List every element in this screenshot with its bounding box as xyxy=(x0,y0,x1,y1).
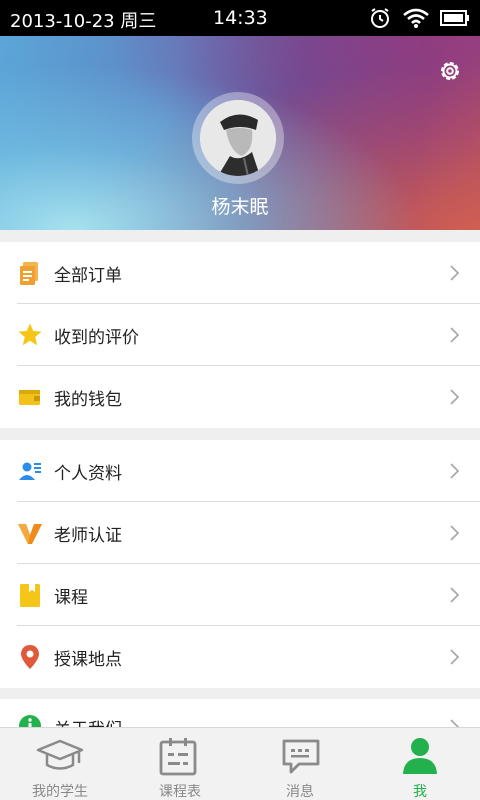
chevron-right-icon xyxy=(450,463,460,479)
menu-label: 全部订单 xyxy=(54,266,122,286)
tab-label: 我 xyxy=(413,784,427,800)
person-icon xyxy=(403,738,437,774)
teacher-verify-icon xyxy=(18,524,42,544)
avatar-image xyxy=(200,100,276,176)
chevron-right-icon xyxy=(450,525,460,541)
graduation-cap-icon xyxy=(36,739,84,770)
menu-item-teacher-verify[interactable]: 老师认证 xyxy=(0,502,480,564)
menu-label: 授课地点 xyxy=(54,650,122,670)
menu-item-teaching-location[interactable]: 授课地点 xyxy=(0,626,480,688)
menu-group-orders: 全部订单 收到的评价 我的钱包 xyxy=(0,242,480,428)
calendar-icon xyxy=(159,738,197,776)
profile-card-icon xyxy=(19,462,41,480)
menu-label: 我的钱包 xyxy=(54,390,122,410)
menu-label: 课程 xyxy=(54,588,88,608)
status-date: 2013-10-23 周三 xyxy=(10,11,157,32)
menu-item-course[interactable]: 课程 xyxy=(0,564,480,626)
location-pin-icon xyxy=(21,645,39,669)
tab-label: 我的学生 xyxy=(32,784,88,800)
chevron-right-icon xyxy=(450,265,460,281)
menu-label: 个人资料 xyxy=(54,464,122,484)
status-bar: 2013-10-23 周三 14:33 xyxy=(0,0,480,36)
chevron-right-icon xyxy=(450,327,460,343)
chevron-right-icon xyxy=(450,587,460,603)
status-time: 14:33 xyxy=(213,7,268,29)
status-icons xyxy=(368,6,470,30)
profile-header: 杨末眠 xyxy=(0,36,480,230)
alarm-icon xyxy=(371,8,389,28)
menu-label: 老师认证 xyxy=(54,526,122,546)
menu-item-wallet[interactable]: 我的钱包 xyxy=(0,366,480,428)
menu-item-reviews[interactable]: 收到的评价 xyxy=(0,304,480,366)
chevron-right-icon xyxy=(450,389,460,405)
course-book-icon xyxy=(20,584,40,607)
wifi-icon xyxy=(403,8,429,28)
orders-icon xyxy=(20,262,38,285)
menu-label: 收到的评价 xyxy=(54,328,139,348)
tab-schedule[interactable]: 课程表 xyxy=(120,728,240,800)
username: 杨末眠 xyxy=(211,196,269,218)
tab-messages[interactable]: 消息 xyxy=(240,728,360,800)
menu-item-all-orders[interactable]: 全部订单 xyxy=(0,242,480,304)
tab-label: 课程表 xyxy=(159,784,201,800)
tab-me[interactable]: 我 xyxy=(360,728,480,800)
chevron-right-icon xyxy=(450,649,460,665)
gear-icon[interactable] xyxy=(437,58,463,84)
menu-item-personal-info[interactable]: 个人资料 xyxy=(0,440,480,502)
avatar[interactable] xyxy=(192,92,284,184)
tab-my-students[interactable]: 我的学生 xyxy=(0,728,120,800)
star-icon xyxy=(18,323,42,346)
menu-group-profile: 个人资料 老师认证 课程 授课地点 xyxy=(0,440,480,688)
tab-label: 消息 xyxy=(286,784,314,800)
message-icon xyxy=(282,739,320,774)
wallet-icon xyxy=(19,390,40,405)
bottom-tab-bar: 我的学生 课程表 消息 我 xyxy=(0,727,480,800)
battery-icon xyxy=(440,10,469,26)
